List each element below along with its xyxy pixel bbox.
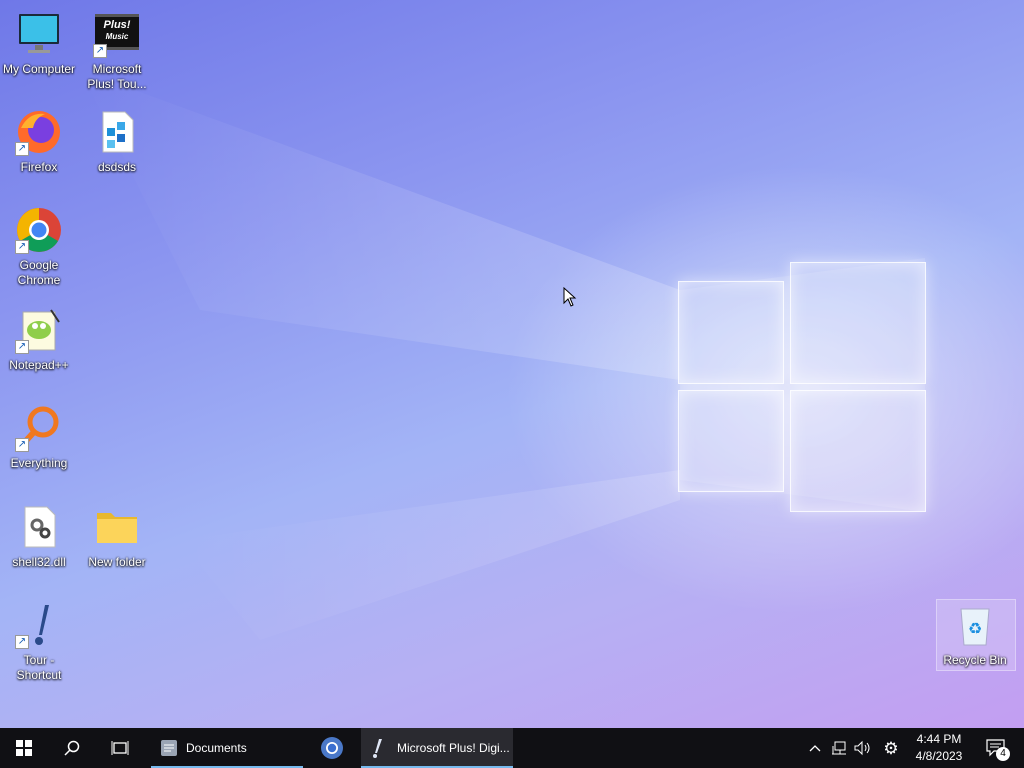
- desktop-icon-recycle-bin[interactable]: ♻ Recycle Bin: [936, 601, 1014, 668]
- icon-label: New folder: [88, 555, 146, 569]
- notification-count-badge: 4: [996, 747, 1010, 761]
- desktop-icon-tour-shortcut[interactable]: ↗ Tour - Shortcut: [0, 601, 78, 683]
- desktop[interactable]: My Computer Plus! Music ↗ Microsoft Plus…: [0, 0, 1024, 728]
- notepad-plus-plus-icon: ↗: [15, 306, 63, 354]
- registry-file-icon: [93, 108, 141, 156]
- task-view-icon: [111, 741, 129, 755]
- taskbar-app-chrome[interactable]: [308, 728, 356, 768]
- icon-label: Firefox: [20, 160, 58, 174]
- speaker-icon: [854, 740, 870, 756]
- icon-label: Microsoft Plus! Tou...: [87, 62, 147, 91]
- desktop-icon-my-computer[interactable]: My Computer: [0, 10, 78, 77]
- desktop-icon-shell32[interactable]: shell32.dll: [0, 503, 78, 570]
- folder-icon: [93, 503, 141, 551]
- windows-logo-pane: [678, 281, 784, 384]
- clock-time: 4:44 PM: [916, 732, 962, 746]
- action-center-button[interactable]: 4: [976, 728, 1016, 768]
- svg-text:♻: ♻: [968, 621, 982, 638]
- search-icon: [64, 740, 80, 756]
- windows-logo-pane: [790, 390, 926, 512]
- desktop-icon-microsoft-plus[interactable]: Plus! Music ↗ Microsoft Plus! Tou...: [78, 10, 156, 92]
- desktop-icon-google-chrome[interactable]: ↗ Google Chrome: [0, 206, 78, 288]
- icon-label: Recycle Bin: [943, 653, 1007, 667]
- monitor-icon: [15, 10, 63, 58]
- desktop-icon-firefox[interactable]: ↗ Firefox: [0, 108, 78, 175]
- search-button[interactable]: [48, 728, 96, 768]
- start-button[interactable]: [0, 728, 48, 768]
- shortcut-arrow-icon: ↗: [15, 142, 29, 156]
- icon-label: Tour - Shortcut: [16, 653, 62, 682]
- clock-date: 4/8/2023: [915, 749, 963, 763]
- network-button[interactable]: [828, 728, 850, 768]
- magnifier-icon: ↗: [15, 404, 63, 452]
- gear-icon: ⚙: [883, 738, 899, 758]
- taskbar-clock[interactable]: 4:44 PM 4/8/2023: [906, 728, 972, 768]
- plus-badge-text: Plus!: [103, 19, 131, 31]
- settings-button[interactable]: ⚙: [880, 728, 902, 768]
- taskbar: Documents Microsoft Plus! Digi... ⚙ 4:44…: [0, 728, 1024, 768]
- windows-start-icon: [16, 740, 32, 756]
- shortcut-arrow-icon: ↗: [15, 340, 29, 354]
- shortcut-arrow-icon: ↗: [15, 635, 29, 649]
- chrome-icon: ↗: [15, 206, 63, 254]
- mouse-cursor-icon: [563, 287, 577, 307]
- recycle-bin-icon: ♻: [951, 601, 999, 649]
- dll-gear-file-icon: [15, 503, 63, 551]
- windows-logo-pane: [678, 390, 784, 492]
- shortcut-arrow-icon: ↗: [93, 44, 107, 58]
- document-app-icon: [161, 740, 177, 756]
- exclamation-icon: ↗: [15, 601, 63, 649]
- network-icon: [832, 741, 846, 755]
- icon-label: Notepad++: [9, 358, 69, 372]
- taskbar-app-microsoft-plus[interactable]: Microsoft Plus! Digi...: [361, 728, 513, 768]
- shortcut-arrow-icon: ↗: [15, 438, 29, 452]
- windows-logo-pane: [790, 262, 926, 384]
- show-hidden-icons-button[interactable]: [804, 728, 826, 768]
- chevron-up-icon: [809, 745, 821, 752]
- icon-label: My Computer: [2, 62, 76, 76]
- icon-label: Everything: [10, 456, 68, 470]
- desktop-icon-dsdsds[interactable]: dsdsds: [78, 108, 156, 175]
- plus-music-icon: Plus! Music ↗: [93, 10, 141, 58]
- task-view-button[interactable]: [96, 728, 144, 768]
- chrome-app-icon: [321, 737, 343, 759]
- taskbar-app-label: Documents: [186, 741, 247, 755]
- volume-button[interactable]: [852, 728, 874, 768]
- music-badge-text: Music: [105, 32, 129, 41]
- icon-label: dsdsds: [97, 160, 137, 174]
- taskbar-app-label: Microsoft Plus! Digi...: [397, 741, 510, 755]
- shortcut-arrow-icon: ↗: [15, 240, 29, 254]
- taskbar-app-documents[interactable]: Documents: [151, 728, 303, 768]
- exclamation-app-icon: [373, 739, 382, 758]
- firefox-icon: ↗: [15, 108, 63, 156]
- desktop-icon-new-folder[interactable]: New folder: [78, 503, 156, 570]
- icon-label: shell32.dll: [12, 555, 66, 569]
- icon-label: Google Chrome: [17, 258, 61, 287]
- desktop-icon-notepad-plus-plus[interactable]: ↗ Notepad++: [0, 306, 78, 373]
- desktop-icon-everything[interactable]: ↗ Everything: [0, 404, 78, 471]
